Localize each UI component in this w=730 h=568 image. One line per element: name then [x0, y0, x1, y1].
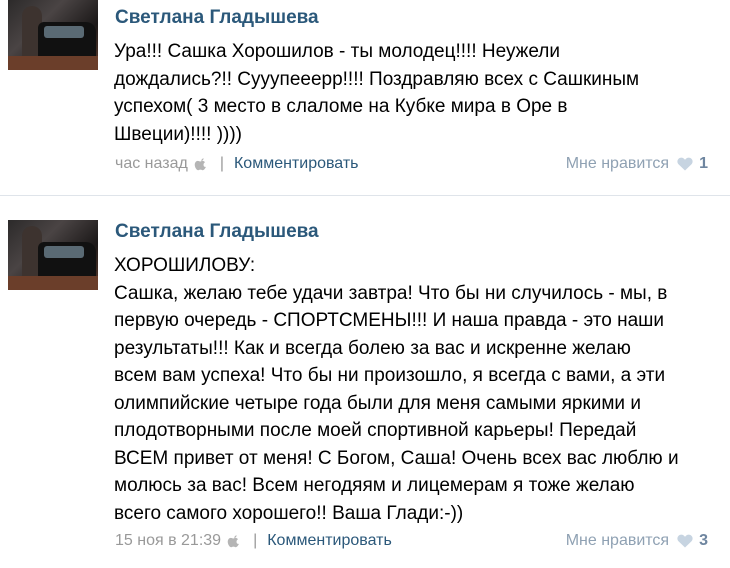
comment-link[interactable]: Комментировать	[234, 155, 359, 173]
author-name[interactable]: Светлана Гладышева	[115, 221, 319, 243]
like-count: 3	[699, 532, 708, 549]
like-label: Мне нравится	[565, 155, 670, 172]
like-label: Мне нравится	[565, 532, 670, 549]
heart-icon	[677, 534, 693, 548]
wall-post: Светлана Гладышева ХОРОШИЛОВУ: Сашка, же…	[0, 196, 730, 568]
post-time[interactable]: 15 ноя в 21:39	[115, 532, 221, 550]
author-name[interactable]: Светлана Гладышева	[115, 7, 319, 29]
separator: |	[219, 155, 224, 172]
post-text: Ура!!! Сашка Хорошилов - ты молодец!!!! …	[114, 41, 640, 145]
post-time[interactable]: час назад	[115, 155, 188, 173]
comment-link[interactable]: Комментировать	[267, 532, 392, 550]
avatar[interactable]	[8, 220, 98, 290]
wall-post: Светлана Гладышева Ура!!! Сашка Хорошило…	[0, 0, 730, 195]
post-meta: час назад | Комментировать	[115, 155, 359, 173]
apple-icon	[227, 535, 239, 548]
like-button[interactable]: Мне нравится 1	[566, 155, 708, 173]
separator: |	[253, 532, 258, 549]
heart-icon	[677, 157, 693, 171]
post-meta: 15 ноя в 21:39 | Комментировать	[115, 532, 392, 550]
post-text: ХОРОШИЛОВУ: Сашка, желаю тебе удачи завт…	[114, 255, 679, 524]
like-button[interactable]: Мне нравится 3	[566, 532, 708, 550]
avatar[interactable]	[8, 0, 98, 70]
like-count: 1	[699, 155, 708, 172]
apple-icon	[194, 158, 206, 171]
